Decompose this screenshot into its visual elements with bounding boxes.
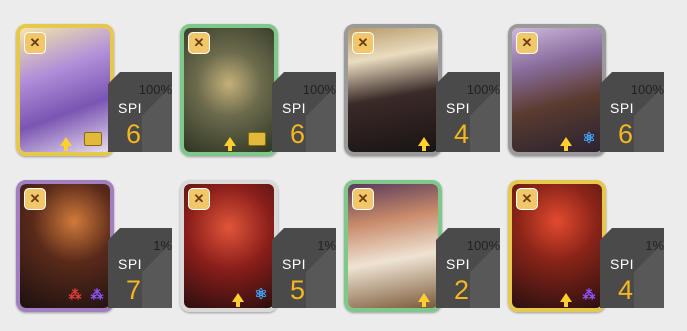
atom-icon: ⚛ <box>582 130 596 147</box>
character-slot-5[interactable]: ✕ ⁂ ⁂ SPI 7 1% <box>12 176 172 316</box>
spi-label: SPI <box>446 256 471 272</box>
triangle-purple-icon: ⁂ <box>90 287 104 302</box>
spi-label: SPI <box>610 100 635 116</box>
percent-text: 1% <box>317 238 336 253</box>
percent-text: 100% <box>138 82 172 97</box>
spi-value: 7 <box>126 275 142 305</box>
character-slot-2[interactable]: ✕ SPI 6 100% <box>176 20 336 160</box>
arrow-up-icon <box>232 293 244 307</box>
class-icon: ✕ <box>188 188 210 210</box>
percent-wrap: 100% <box>440 238 500 254</box>
character-slot-7[interactable]: ✕ SPI 2 100% <box>340 176 500 316</box>
class-icon: ✕ <box>352 32 374 54</box>
spi-value: 6 <box>290 119 306 149</box>
spi-label: SPI <box>282 100 307 116</box>
arrow-up-icon <box>60 137 72 151</box>
character-card[interactable]: ✕ ⚛ <box>180 180 278 312</box>
class-icon: ✕ <box>24 188 46 210</box>
spi-value: 5 <box>290 275 306 305</box>
spi-label: SPI <box>118 100 143 116</box>
character-slot-4[interactable]: ✕ ⚛ SPI 6 100% <box>504 20 664 160</box>
percent-wrap: 100% <box>604 82 664 98</box>
spi-value: 6 <box>618 119 634 149</box>
spi-value: 6 <box>126 119 142 149</box>
tag-icon <box>84 132 102 146</box>
character-card[interactable]: ✕ ⁂ <box>508 180 606 312</box>
tag-icon <box>248 132 266 146</box>
atom-icon: ⚛ <box>254 286 268 303</box>
character-card[interactable]: ✕ <box>180 24 278 156</box>
character-slot-3[interactable]: ✕ SPI 4 100% <box>340 20 500 160</box>
percent-wrap: 100% <box>440 82 500 98</box>
spi-label: SPI <box>610 256 635 272</box>
arrow-up-icon <box>224 137 236 151</box>
percent-text: 100% <box>466 238 500 253</box>
class-icon: ✕ <box>516 188 538 210</box>
spi-value: 4 <box>618 275 634 305</box>
percent-wrap: 1% <box>604 238 664 254</box>
spi-label: SPI <box>282 256 307 272</box>
triangle-red-icon: ⁂ <box>68 287 82 302</box>
card-grid: ✕ SPI 6 100% ✕ SPI 6 100% ✕ SPI 4 100% ✕… <box>0 0 687 331</box>
character-slot-6[interactable]: ✕ ⚛ SPI 5 1% <box>176 176 336 316</box>
spi-value: 4 <box>454 119 470 149</box>
percent-text: 1% <box>153 238 172 253</box>
class-icon: ✕ <box>352 188 374 210</box>
character-card[interactable]: ✕ ⁂ ⁂ <box>16 180 114 312</box>
character-card[interactable]: ✕ <box>344 24 442 156</box>
percent-wrap: 1% <box>112 238 172 254</box>
triangle-purple-icon: ⁂ <box>582 287 596 302</box>
character-card[interactable]: ✕ <box>344 180 442 312</box>
percent-wrap: 1% <box>276 238 336 254</box>
arrow-up-icon <box>418 293 430 307</box>
character-slot-1[interactable]: ✕ SPI 6 100% <box>12 20 172 160</box>
percent-text: 100% <box>630 82 664 97</box>
arrow-up-icon <box>560 137 572 151</box>
class-icon: ✕ <box>24 32 46 54</box>
arrow-up-icon <box>418 137 430 151</box>
spi-value: 2 <box>454 275 470 305</box>
character-card[interactable]: ✕ ⚛ <box>508 24 606 156</box>
percent-text: 100% <box>466 82 500 97</box>
spi-label: SPI <box>118 256 143 272</box>
character-card[interactable]: ✕ <box>16 24 114 156</box>
character-slot-8[interactable]: ✕ ⁂ SPI 4 1% <box>504 176 664 316</box>
percent-wrap: 100% <box>276 82 336 98</box>
spi-label: SPI <box>446 100 471 116</box>
percent-text: 1% <box>645 238 664 253</box>
arrow-up-icon <box>560 293 572 307</box>
class-icon: ✕ <box>516 32 538 54</box>
percent-text: 100% <box>302 82 336 97</box>
percent-wrap: 100% <box>112 82 172 98</box>
class-icon: ✕ <box>188 32 210 54</box>
